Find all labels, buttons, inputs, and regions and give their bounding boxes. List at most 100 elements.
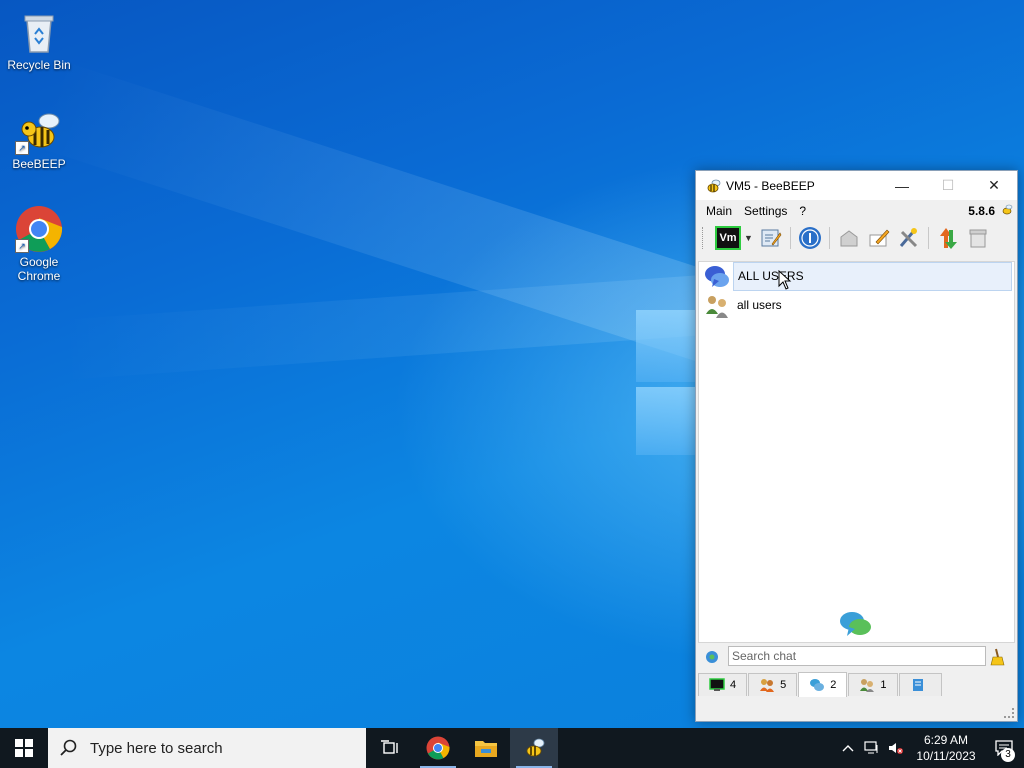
tab-chats[interactable]: 2 [798, 672, 848, 697]
desktop-icon-google-chrome[interactable]: ↗ Google Chrome [1, 205, 77, 283]
clear-broom-icon[interactable] [990, 648, 1006, 666]
group-icon [860, 679, 875, 692]
resize-grip[interactable] [1004, 708, 1014, 718]
tab-count: 2 [830, 679, 837, 691]
shortcut-arrow-icon: ↗ [15, 141, 29, 155]
settings-tools-button[interactable] [896, 225, 922, 251]
taskbar-search-box[interactable]: Type here to search [48, 728, 366, 768]
mouse-cursor-icon [778, 270, 792, 290]
menu-main[interactable]: Main [700, 204, 738, 218]
clock-time: 6:29 AM [923, 733, 969, 747]
chevron-up-icon[interactable] [836, 728, 860, 768]
toolbar-separator [928, 227, 929, 249]
envelope-icon [840, 230, 858, 247]
monitor-icon [709, 678, 725, 691]
desktop-icon-label: Google Chrome [17, 255, 61, 283]
folder-icon [475, 741, 497, 757]
title-bar[interactable]: VM5 - BeeBEEP — ☐ ✕ [696, 171, 1017, 200]
chat-list-item-label: ALL USERS [733, 262, 1012, 291]
windows-logo-pane [636, 387, 696, 455]
search-chat-input[interactable] [728, 646, 986, 666]
menu-help[interactable]: ? [793, 204, 812, 218]
chat-list[interactable]: ALL USERS all users [698, 261, 1015, 643]
file-share-icon [912, 679, 923, 691]
desktop-icon-beebeep[interactable]: ↗ BeeBEEP [1, 107, 77, 171]
chat-bubbles-icon [705, 265, 729, 287]
chevron-down-icon: ▼ [744, 233, 753, 243]
toolbar-grip[interactable] [702, 227, 706, 249]
panel-tabs: 4 5 2 1 [698, 672, 943, 697]
write-icon [869, 229, 890, 247]
edit-profile-icon [761, 229, 782, 247]
clear-button[interactable] [965, 225, 991, 251]
bee-icon: ↗ [15, 107, 63, 155]
notification-count-badge: 3 [1001, 748, 1015, 762]
taskbar-chrome[interactable] [414, 728, 462, 768]
clock[interactable]: 6:29 AM 10/11/2023 [908, 732, 984, 764]
menu-bar: Main Settings ? 5.8.6 [696, 200, 1017, 222]
network-button[interactable] [797, 225, 823, 251]
minimize-button[interactable]: — [879, 171, 925, 200]
notifications-button[interactable]: 3 [984, 728, 1024, 768]
system-tray: 6:29 AM 10/11/2023 3 [836, 728, 1024, 768]
taskbar: Type here to search 6:29 AM 10/11/2023 3 [0, 728, 1024, 768]
shortcut-arrow-icon: ↗ [15, 239, 29, 253]
tab-count: 4 [730, 679, 737, 691]
write-message-button[interactable] [866, 225, 892, 251]
taskbar-search-placeholder: Type here to search [90, 739, 223, 757]
trash-icon [969, 229, 987, 248]
search-icon [60, 739, 77, 756]
network-icon [799, 227, 821, 249]
status-dropdown-button[interactable]: Vm ▼ [714, 225, 754, 251]
windows-logo-pane [636, 310, 696, 382]
desktop-icon-label: Recycle Bin [7, 58, 71, 72]
status-icon: Vm [715, 226, 742, 250]
menu-settings[interactable]: Settings [738, 204, 793, 218]
users-icon [760, 679, 775, 692]
bee-icon [707, 179, 721, 192]
chat-list-item[interactable]: ALL USERS [699, 262, 1014, 291]
bee-icon [526, 738, 545, 757]
desktop-icon-label: BeeBEEP [12, 157, 66, 171]
window-title: VM5 - BeeBEEP [726, 178, 815, 193]
maximize-button[interactable]: ☐ [925, 171, 971, 200]
tab-count: 1 [880, 679, 887, 691]
chat-bubbles-icon [840, 612, 871, 636]
toolbar-separator [790, 227, 791, 249]
start-button[interactable] [0, 728, 48, 768]
tab-count: 5 [780, 679, 787, 691]
desktop-icon-recycle-bin[interactable]: Recycle Bin [1, 8, 77, 72]
network-status-icon[interactable] [860, 728, 884, 768]
version-label: 5.8.6 [968, 204, 995, 218]
edit-profile-button[interactable] [758, 225, 784, 251]
group-users-icon [706, 295, 728, 318]
toolbar-separator [829, 227, 830, 249]
clock-date: 10/11/2023 [916, 749, 976, 763]
tab-file-sharing[interactable] [898, 673, 942, 696]
update-button[interactable] [935, 225, 961, 251]
bee-icon [1002, 204, 1013, 215]
taskbar-beebeep[interactable] [510, 728, 558, 768]
send-message-button[interactable] [836, 225, 862, 251]
chrome-icon: ↗ [15, 205, 63, 253]
beebeep-window[interactable]: VM5 - BeeBEEP — ☐ ✕ Main Settings ? 5.8.… [695, 170, 1018, 722]
close-button[interactable]: ✕ [971, 171, 1017, 200]
task-view-button[interactable] [366, 728, 414, 768]
tab-contacts[interactable]: 5 [748, 673, 798, 696]
tools-icon [899, 228, 918, 248]
volume-muted-icon[interactable] [884, 728, 908, 768]
chrome-icon [426, 736, 450, 760]
chat-list-item[interactable]: all users [699, 291, 1014, 320]
search-settings-icon[interactable] [704, 649, 720, 665]
tab-users[interactable]: 4 [698, 673, 748, 696]
toolbar: Vm ▼ [696, 222, 1017, 254]
task-view-icon [381, 740, 398, 754]
chat-icon [810, 679, 825, 691]
recycle-bin-icon [15, 8, 63, 56]
tab-groups[interactable]: 1 [848, 673, 898, 696]
search-bar [698, 645, 1013, 671]
chat-list-item-label: all users [737, 298, 782, 312]
update-arrows-icon [940, 228, 957, 249]
taskbar-file-explorer[interactable] [462, 728, 510, 768]
windows-logo-icon [15, 739, 33, 757]
